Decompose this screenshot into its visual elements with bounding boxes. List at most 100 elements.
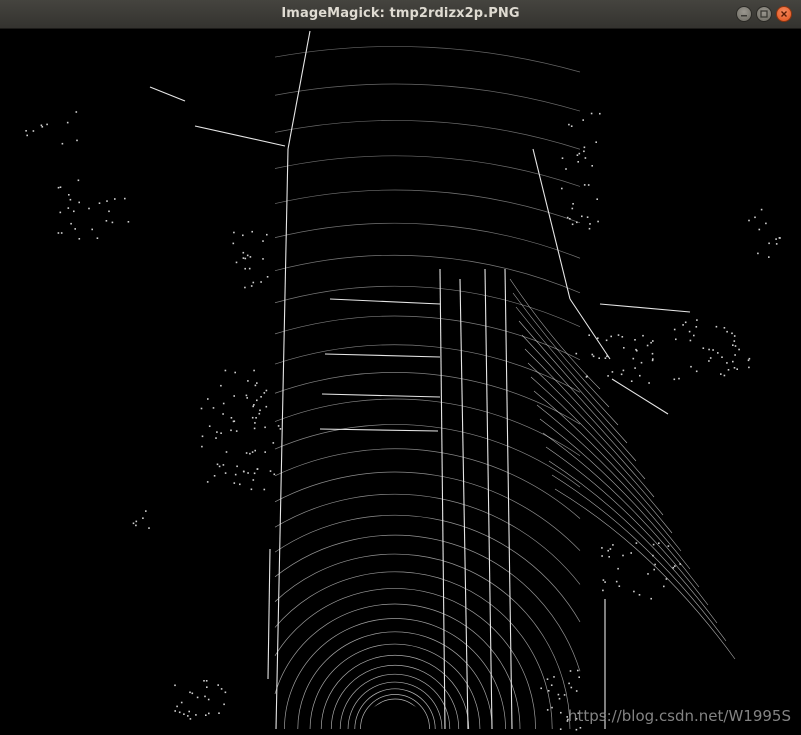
lidar-point [233, 482, 236, 484]
lidar-point [579, 727, 582, 729]
lidar-point [188, 710, 190, 713]
lidar-point [583, 150, 585, 153]
lidar-point [569, 218, 571, 220]
lidar-point [595, 141, 597, 143]
lidar-point [201, 445, 203, 448]
lidar-point [576, 154, 579, 156]
lidar-point [602, 589, 604, 592]
lidar-point [578, 676, 580, 678]
lidar-point [205, 680, 208, 682]
lidar-point [176, 705, 178, 708]
lidar-point [658, 542, 660, 544]
lidar-point [640, 361, 643, 364]
lidar-point [222, 413, 224, 415]
lidar-point [575, 690, 578, 692]
lidar-point [232, 420, 235, 423]
lidar-point [642, 334, 644, 337]
lidar-point [40, 124, 43, 127]
lidar-point [279, 428, 282, 430]
lidar-point [599, 112, 601, 115]
lidar-point [145, 510, 147, 512]
lidar-point [200, 407, 203, 410]
lidar-point [246, 254, 249, 257]
lidar-point [244, 286, 246, 289]
maximize-icon [760, 10, 768, 18]
lidar-point [667, 545, 670, 547]
lidar-point [609, 548, 612, 550]
lidar-point [702, 347, 705, 349]
lidar-point [717, 352, 719, 354]
lidar-point [592, 355, 595, 358]
lidar-point [560, 711, 562, 714]
minimize-button[interactable] [736, 6, 752, 22]
lidar-point [251, 416, 254, 419]
lidar-point [233, 231, 235, 234]
lidar-point [712, 349, 714, 351]
lidar-point [720, 373, 722, 375]
lidar-point [709, 357, 712, 359]
lidar-point [630, 380, 633, 382]
lidar-point [180, 701, 183, 704]
lidar-point [266, 276, 269, 278]
lidar-point [577, 669, 579, 672]
lidar-point [590, 112, 593, 115]
lidar-point [41, 126, 44, 128]
lidar-point [568, 682, 570, 685]
close-button[interactable] [776, 6, 792, 22]
lidar-point [684, 321, 687, 324]
lidar-point [246, 397, 248, 399]
lidar-point [78, 238, 81, 240]
lidar-point [647, 573, 649, 575]
lidar-point [708, 360, 710, 362]
lidar-point [262, 258, 264, 260]
lidar-point [178, 711, 181, 714]
lidar-point [604, 581, 606, 583]
lidar-point [611, 371, 614, 373]
lidar-point [652, 554, 654, 557]
lidar-point [247, 472, 249, 474]
lidar-point [243, 470, 245, 473]
lidar-point [757, 252, 759, 255]
lidar-point [244, 267, 246, 270]
maximize-button[interactable] [756, 6, 772, 22]
lidar-point [591, 165, 593, 167]
lidar-point [249, 452, 251, 455]
lidar-point [196, 696, 199, 699]
lidar-point [575, 352, 578, 355]
lidar-point [653, 568, 655, 571]
lidar-point [60, 232, 63, 234]
lidar-point [688, 330, 691, 333]
lidar-point [723, 327, 726, 329]
lidar-point [584, 157, 587, 159]
lidar-point [245, 394, 248, 397]
lidar-point [264, 426, 266, 429]
image-canvas[interactable]: https://blog.csdn.net/W1995S [0, 29, 801, 735]
lidar-point [111, 221, 114, 224]
lidar-point [254, 422, 256, 424]
lidar-point [148, 527, 150, 529]
lidar-point [224, 472, 227, 474]
lidar-point [587, 184, 590, 186]
lidar-point [715, 325, 718, 328]
lidar-point [723, 374, 726, 377]
lidar-point [601, 547, 603, 549]
lidar-point [561, 157, 564, 159]
lidar-point [582, 119, 584, 121]
lidar-point [721, 356, 723, 358]
lidar-point [222, 402, 225, 405]
lidar-point [245, 452, 248, 454]
lidar-point [67, 207, 70, 209]
lidar-point [224, 691, 227, 694]
lidar-point [775, 238, 777, 240]
lidar-point [217, 684, 219, 686]
lidar-point [690, 365, 692, 368]
lidar-point [618, 585, 621, 587]
lidar-point [266, 233, 268, 236]
lidar-point [105, 220, 108, 222]
lidar-point [570, 125, 573, 127]
lidar-point [195, 714, 197, 716]
lidar-point [32, 130, 35, 132]
lidar-point [208, 712, 210, 715]
title-bar[interactable]: ImageMagick: tmp2rdizx2p.PNG [0, 0, 801, 29]
lidar-point [630, 552, 632, 554]
